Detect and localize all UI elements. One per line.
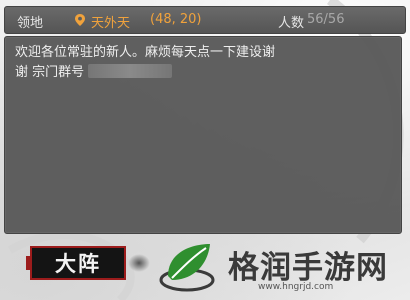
leaf-logo-icon: [159, 244, 215, 292]
territory-label: 领地: [17, 16, 44, 31]
site-watermark: 格润手游网 www.hngrjd.com: [150, 232, 410, 300]
announcement-text: 欢迎各位常驻的新人。麻烦每天点一下建设谢 谢 宗门群号: [15, 43, 387, 83]
map-pin-icon: [75, 14, 85, 26]
member-count: 56/56: [307, 12, 345, 27]
announcement-line-2: 谢 宗门群号: [15, 63, 387, 83]
announcement-line-1: 欢迎各位常驻的新人。麻烦每天点一下建设谢: [15, 45, 276, 60]
member-count-label: 人数: [278, 16, 305, 31]
territory-coordinates: (48, 20): [150, 12, 202, 27]
brush-decoration: [128, 254, 150, 272]
formation-button-label: 大阵: [55, 251, 101, 276]
territory-header: 领地 天外天 (48, 20) 人数 56/56: [4, 6, 406, 34]
redacted-group-number: [88, 64, 173, 78]
territory-name[interactable]: 天外天: [91, 12, 130, 31]
announcement-line-2-text: 谢 宗门群号: [15, 65, 85, 80]
formation-button[interactable]: 大阵: [26, 246, 126, 280]
watermark-title: 格润手游网: [228, 250, 388, 286]
announcement-panel[interactable]: 欢迎各位常驻的新人。麻烦每天点一下建设谢 谢 宗门群号: [4, 36, 402, 234]
watermark-url: www.hngrjd.com: [258, 282, 334, 292]
